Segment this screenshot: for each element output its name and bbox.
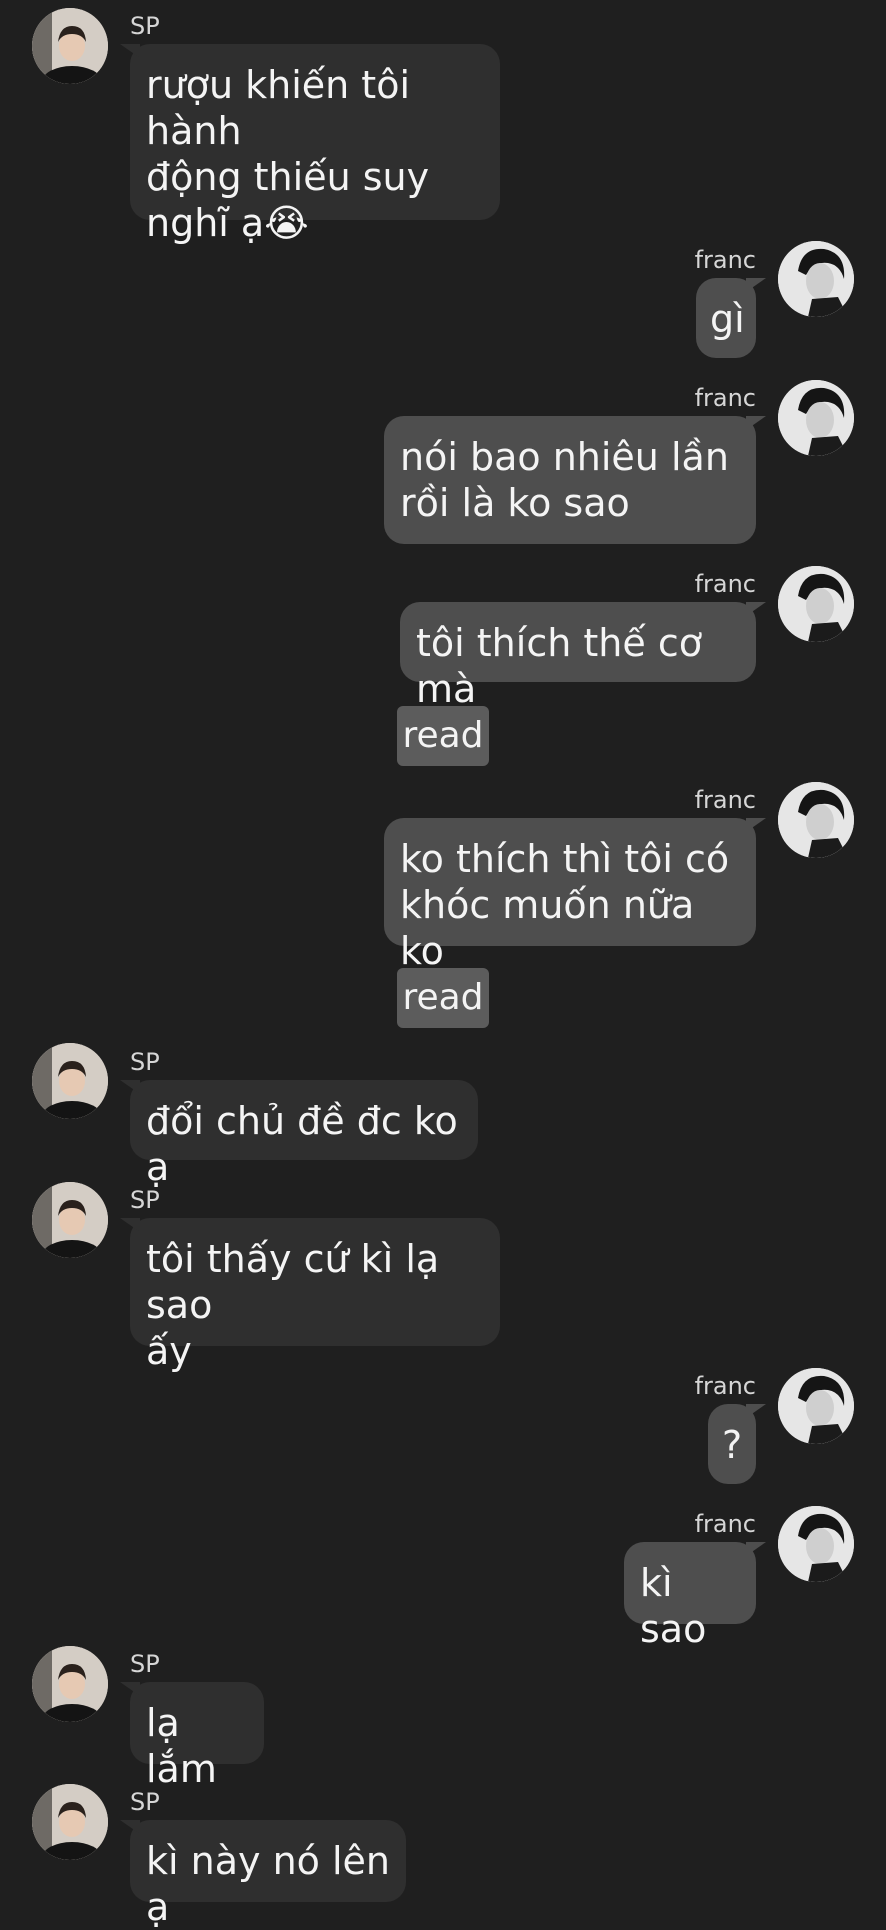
- message-bubble-outgoing[interactable]: ko thích thì tôi có khóc muốn nữa ko: [384, 818, 766, 973]
- read-receipt: read: [397, 968, 489, 1028]
- message-bubble-outgoing[interactable]: nói bao nhiêu lần rồi là ko sao: [384, 416, 766, 544]
- franc-avatar[interactable]: [778, 1368, 854, 1444]
- read-receipt: read: [397, 706, 489, 766]
- sp-avatar[interactable]: [32, 1784, 108, 1860]
- message-bubble-outgoing[interactable]: tôi thích thế cơ mà: [400, 602, 766, 711]
- sender-name-sp: SP: [130, 1650, 160, 1678]
- franc-avatar[interactable]: [778, 241, 854, 317]
- franc-avatar[interactable]: [778, 566, 854, 642]
- message-bubble-incoming[interactable]: đổi chủ đề đc ko ạ: [120, 1080, 478, 1189]
- message-bubble-outgoing[interactable]: kì sao: [624, 1542, 766, 1651]
- message-bubble-incoming[interactable]: kì này nó lên ạ: [120, 1820, 406, 1929]
- sender-name-franc: franc: [694, 384, 756, 412]
- sender-name-franc: franc: [694, 1510, 756, 1538]
- sender-name-sp: SP: [130, 1186, 160, 1214]
- message-bubble-outgoing[interactable]: ?: [708, 1404, 766, 1484]
- sender-name-sp: SP: [130, 1788, 160, 1816]
- franc-avatar[interactable]: [778, 380, 854, 456]
- sp-avatar[interactable]: [32, 1182, 108, 1258]
- sp-avatar[interactable]: [32, 1646, 108, 1722]
- sender-name-sp: SP: [130, 1048, 160, 1076]
- sender-name-franc: franc: [694, 786, 756, 814]
- message-bubble-outgoing[interactable]: gì: [696, 278, 766, 358]
- sender-name-franc: franc: [694, 570, 756, 598]
- franc-avatar[interactable]: [778, 782, 854, 858]
- sender-name-franc: franc: [694, 246, 756, 274]
- franc-avatar[interactable]: [778, 1506, 854, 1582]
- sp-avatar[interactable]: [32, 8, 108, 84]
- sender-name-sp: SP: [130, 12, 160, 40]
- sender-name-franc: franc: [694, 1372, 756, 1400]
- chat-thread: SP rượu khiến tôi hành động thiếu suy ng…: [0, 0, 886, 1929]
- sp-avatar[interactable]: [32, 1043, 108, 1119]
- message-bubble-incoming[interactable]: lạ lắm: [120, 1682, 264, 1791]
- message-bubble-incoming[interactable]: tôi thấy cứ kì lạ sao ấy: [120, 1218, 500, 1373]
- message-bubble-incoming[interactable]: rượu khiến tôi hành động thiếu suy nghĩ …: [120, 44, 500, 245]
